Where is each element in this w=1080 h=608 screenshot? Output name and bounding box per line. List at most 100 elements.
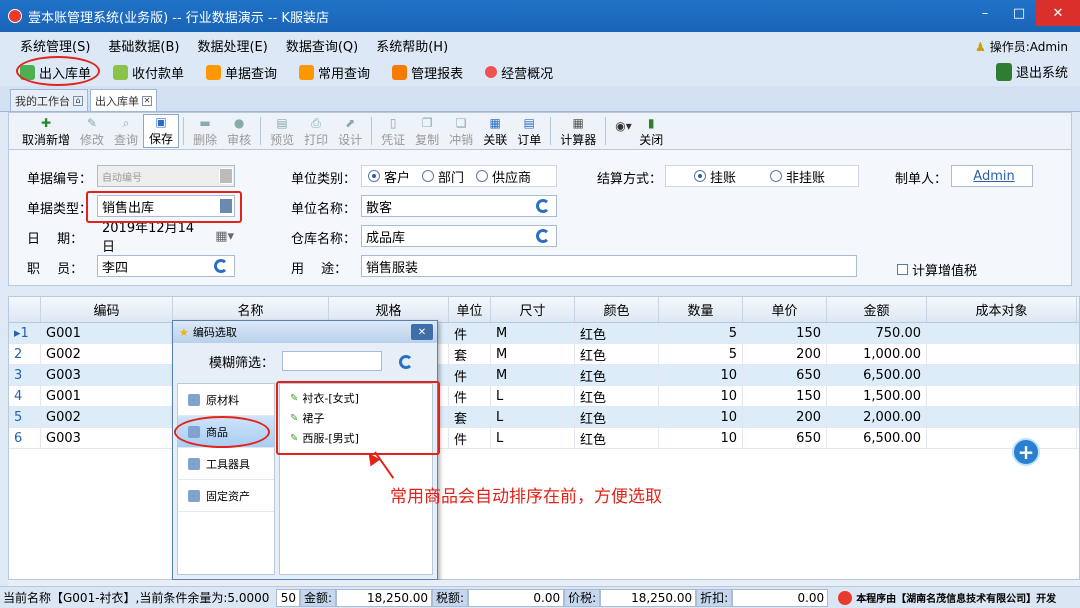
cell-size[interactable]: M <box>491 365 575 385</box>
staff-field[interactable]: 李四 <box>97 255 235 277</box>
cell-cost-object[interactable] <box>927 428 1077 448</box>
cell-size[interactable]: M <box>491 344 575 364</box>
tab-workbench[interactable]: 我的工作台 ⌂ <box>10 89 88 111</box>
vat-checkbox-box[interactable] <box>897 264 908 275</box>
add-row-button[interactable]: + <box>1012 438 1040 466</box>
cell-color[interactable]: 红色 <box>575 365 659 385</box>
cell-size[interactable]: M <box>491 323 575 343</box>
minimize-icon[interactable]: – <box>968 0 1002 26</box>
table-row[interactable]: 5 G002 套 L 红色 10 200 2,000.00 <box>9 407 1079 428</box>
preview-button[interactable]: ▤ 预览 <box>265 114 299 148</box>
cell-code[interactable]: G002 <box>41 407 173 427</box>
menu-data-query[interactable]: 数据查询(Q) <box>286 36 358 55</box>
menu-help[interactable]: 系统帮助(H) <box>376 36 448 55</box>
table-row[interactable]: ▸1 G001 件 M 红色 5 150 750.00 <box>9 323 1079 344</box>
cell-amount[interactable]: 1,500.00 <box>827 386 927 406</box>
table-row[interactable]: 3 G003 件 M 红色 10 650 6,500.00 <box>9 365 1079 386</box>
header-code[interactable]: 编码 <box>41 297 173 322</box>
delete-button[interactable]: ▬ 删除 <box>188 114 222 148</box>
cell-idx[interactable]: 4 <box>9 386 41 406</box>
calendar-icon[interactable]: ▦▾ <box>215 229 234 244</box>
cell-qty[interactable]: 5 <box>659 323 743 343</box>
cell-code[interactable]: G001 <box>41 323 173 343</box>
edit-button[interactable]: ✎ 修改 <box>75 114 109 148</box>
cell-idx[interactable]: 2 <box>9 344 41 364</box>
cell-price[interactable]: 650 <box>743 365 827 385</box>
cell-amount[interactable]: 1,000.00 <box>827 344 927 364</box>
fuzzy-filter-input[interactable] <box>282 351 383 371</box>
audit-button[interactable]: ● 审核 <box>222 114 256 148</box>
cell-price[interactable]: 200 <box>743 344 827 364</box>
header-unit[interactable]: 单位 <box>449 297 491 322</box>
cell-unit[interactable]: 件 <box>449 365 491 385</box>
radio-on-account[interactable] <box>694 170 706 182</box>
cell-price[interactable]: 150 <box>743 386 827 406</box>
reverse-button[interactable]: ❏ 冲销 <box>444 114 478 148</box>
cell-cost-object[interactable] <box>927 344 1077 364</box>
copy-button[interactable]: ❐ 复制 <box>410 114 444 148</box>
cell-qty[interactable]: 10 <box>659 365 743 385</box>
calculator-button[interactable]: ▦ 计算器 <box>555 114 601 148</box>
cell-cost-object[interactable] <box>927 323 1077 343</box>
refresh-icon[interactable] <box>536 199 550 213</box>
quick-overview-button[interactable]: 经营概况 <box>481 61 557 83</box>
header-cost-object[interactable]: 成本对象 <box>927 297 1077 322</box>
vat-checkbox[interactable]: 计算增值税 <box>897 260 977 279</box>
header-color[interactable]: 颜色 <box>575 297 659 322</box>
cell-amount[interactable]: 6,500.00 <box>827 365 927 385</box>
cell-cost-object[interactable] <box>927 365 1077 385</box>
header-qty[interactable]: 数量 <box>659 297 743 322</box>
radio-supplier[interactable] <box>476 170 489 182</box>
dialog-close-icon[interactable]: ✕ <box>411 324 433 340</box>
date-field[interactable]: 2019年12月14日 ▦▾ <box>97 221 235 255</box>
unit-name-field[interactable]: 散客 <box>361 195 557 217</box>
order-button[interactable]: ▤ 订单 <box>512 114 546 148</box>
exit-system-button[interactable]: 退出系统 <box>995 62 1068 81</box>
query-button[interactable]: ⌕ 查询 <box>109 114 143 148</box>
cell-color[interactable]: 红色 <box>575 407 659 427</box>
radio-not-on-account[interactable] <box>770 170 783 182</box>
menu-system[interactable]: 系统管理(S) <box>20 36 90 55</box>
menu-data-process[interactable]: 数据处理(E) <box>197 36 267 55</box>
cell-color[interactable]: 红色 <box>575 386 659 406</box>
save-button[interactable]: ▣ 保存 <box>143 114 180 148</box>
purpose-field[interactable]: 销售服装 <box>361 255 857 277</box>
table-row[interactable]: 2 G002 套 M 红色 5 200 1,000.00 <box>9 344 1079 365</box>
cell-idx[interactable]: 5 <box>9 407 41 427</box>
cell-idx[interactable]: ▸1 <box>9 323 41 343</box>
header-spec[interactable]: 规格 <box>329 297 449 322</box>
refresh-icon[interactable] <box>399 355 413 369</box>
category-fixed-assets[interactable]: 固定资产 <box>178 480 274 512</box>
cell-unit[interactable]: 件 <box>449 386 491 406</box>
tab-stock-doc[interactable]: 出入库单 ✕ <box>90 89 157 111</box>
quick-common-query-button[interactable]: 常用查询 <box>295 61 374 83</box>
close-button[interactable]: ▮ 关闭 <box>634 114 668 148</box>
header-size[interactable]: 尺寸 <box>491 297 575 322</box>
cell-color[interactable]: 红色 <box>575 428 659 448</box>
maximize-icon[interactable]: □ <box>1002 0 1036 26</box>
table-row[interactable]: 6 G003 件 L 红色 10 650 6,500.00 <box>9 428 1079 449</box>
print-button[interactable]: ⎙ 打印 <box>299 114 333 148</box>
cell-idx[interactable]: 3 <box>9 365 41 385</box>
refresh-icon[interactable] <box>214 259 228 273</box>
header-name[interactable]: 名称 <box>173 297 329 322</box>
cell-qty[interactable]: 10 <box>659 386 743 406</box>
cell-unit[interactable]: 套 <box>449 344 491 364</box>
cell-code[interactable]: G003 <box>41 428 173 448</box>
cell-qty[interactable]: 5 <box>659 344 743 364</box>
cancel-new-button[interactable]: ✚ 取消新增 <box>17 114 75 148</box>
cell-size[interactable]: L <box>491 386 575 406</box>
design-button[interactable]: ⬈ 设计 <box>333 114 367 148</box>
menu-basic-data[interactable]: 基础数据(B) <box>108 36 179 55</box>
cell-price[interactable]: 150 <box>743 323 827 343</box>
category-tools[interactable]: 工具器具 <box>178 448 274 480</box>
cell-qty[interactable]: 10 <box>659 407 743 427</box>
cell-size[interactable]: L <box>491 407 575 427</box>
quick-payment-doc-button[interactable]: 收付款单 <box>109 61 188 83</box>
cell-price[interactable]: 650 <box>743 428 827 448</box>
radio-department[interactable] <box>422 170 435 182</box>
quick-doc-query-button[interactable]: 单据查询 <box>202 61 281 83</box>
cell-qty[interactable]: 10 <box>659 428 743 448</box>
header-price[interactable]: 单价 <box>743 297 827 322</box>
cell-amount[interactable]: 2,000.00 <box>827 407 927 427</box>
